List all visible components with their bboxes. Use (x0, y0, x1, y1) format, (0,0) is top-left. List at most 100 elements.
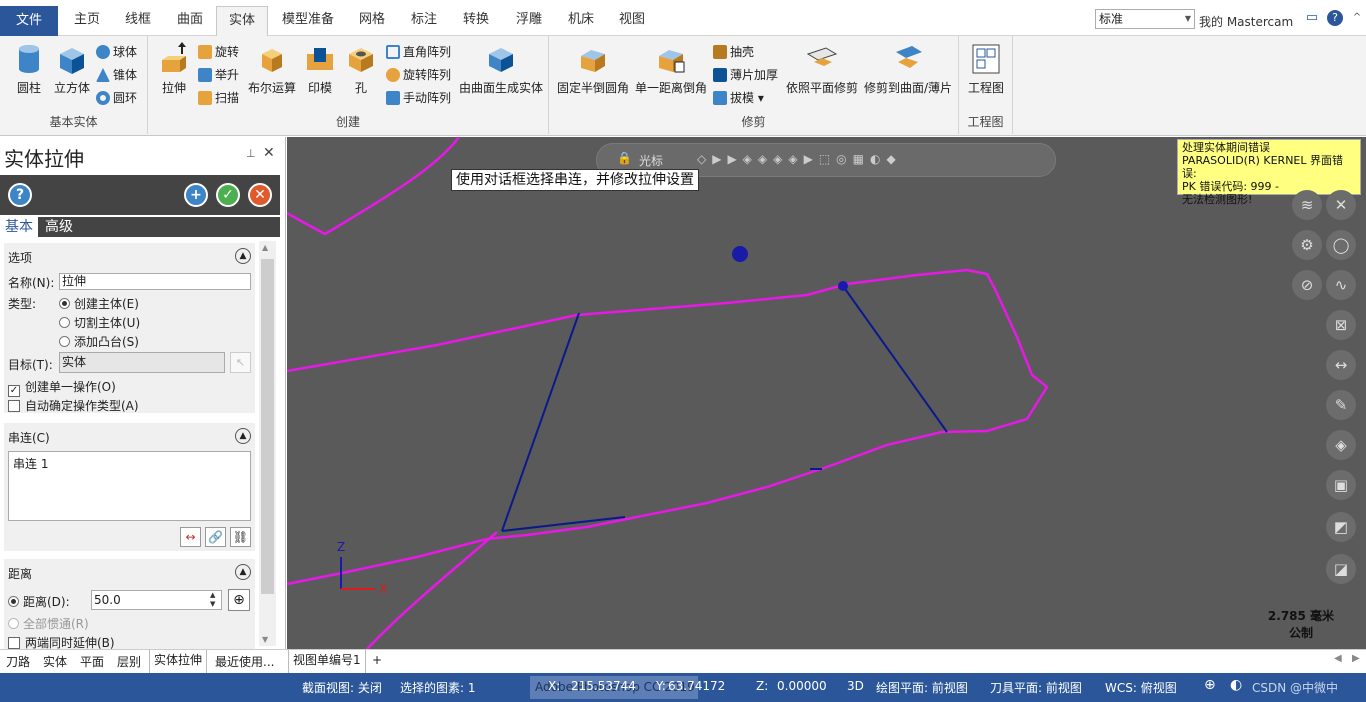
one-distance-chamfer-button[interactable]: 单一距离倒角 (633, 42, 709, 96)
chain-list[interactable]: 串连 1 (8, 451, 251, 521)
collapse-ribbon-icon[interactable]: ^ (1349, 10, 1365, 26)
hole-button[interactable]: 孔 (343, 42, 379, 96)
scroll-down-icon[interactable]: ▼ (262, 635, 268, 644)
tab-file[interactable]: 文件 (0, 6, 58, 36)
tab-scroll-left-icon[interactable]: ◀ (1334, 653, 1342, 664)
remove-chain-icon[interactable]: ⛓ (230, 527, 251, 547)
ok-icon[interactable]: ✓ (216, 183, 240, 207)
mode-3d[interactable]: 3D (847, 679, 864, 693)
measure-icon[interactable]: ✎ (1326, 390, 1356, 420)
tab-basic[interactable]: 基本 (0, 217, 38, 237)
dimension-icon[interactable]: ↔ (1326, 350, 1356, 380)
impression-button[interactable]: 印模 (302, 42, 338, 96)
manual-pattern-button[interactable]: 手动阵列 (386, 90, 451, 106)
cylinder-button[interactable]: 圆柱 (10, 42, 48, 96)
analyze-icon[interactable]: ⊠ (1326, 310, 1356, 340)
auto-type-checkbox[interactable]: 自动确定操作类型(A) (8, 397, 139, 414)
feedback-icon[interactable]: ▭ (1304, 10, 1320, 26)
cplane-status[interactable]: 绘图平面: 前视图 (876, 679, 968, 696)
scrollbar-thumb[interactable] (261, 259, 274, 594)
tab-transform[interactable]: 转换 (459, 8, 493, 36)
section-view-status[interactable]: 截面视图: 关闭 (302, 679, 382, 696)
name-input[interactable]: 拉伸 (59, 273, 251, 290)
stepper-icon[interactable]: ▲ ▼ (210, 591, 215, 609)
close-icon[interactable]: ✕ (263, 145, 275, 161)
tab-advanced[interactable]: 高级 (40, 217, 78, 237)
const-fillet-button[interactable]: 固定半倒圆角 (555, 42, 631, 96)
tab-recent[interactable]: 最近使用... (215, 653, 274, 670)
shade-icon[interactable]: ◩ (1326, 512, 1356, 542)
draft-button[interactable]: 拔模 ▾ (713, 90, 764, 106)
single-op-checkbox[interactable]: ✓ 创建单一操作(O) (8, 378, 116, 397)
rot-pattern-button[interactable]: 旋转阵列 (386, 67, 451, 83)
trim-to-surface-button[interactable]: 修剪到曲面/薄片 (861, 42, 955, 96)
boolean-button[interactable]: 布尔运算 (246, 42, 298, 96)
spline-icon[interactable]: ∿ (1326, 270, 1356, 300)
rect-pattern-button[interactable]: 直角阵列 (386, 44, 451, 60)
tab-view[interactable]: 视图 (615, 8, 649, 36)
tab-solids[interactable]: 实体 (216, 6, 268, 37)
cursor-lock-icon[interactable]: 🔒 (617, 151, 632, 165)
sphere-button[interactable]: 球体 (96, 44, 137, 60)
tab-relief[interactable]: 浮雕 (512, 8, 546, 36)
collapse-icon[interactable]: ▲ (235, 564, 251, 580)
tab-surfaces[interactable]: 曲面 (173, 8, 207, 36)
block-button[interactable]: 立方体 (50, 42, 94, 96)
center-point[interactable] (732, 246, 748, 262)
magenta-profile-curve[interactable] (287, 268, 1049, 586)
tab-machine[interactable]: 机床 (564, 8, 598, 36)
crosshair-icon[interactable]: ⊕ (228, 589, 250, 611)
cancel-icon[interactable]: ✕ (248, 183, 272, 207)
tab-mesh[interactable]: 网格 (356, 8, 388, 36)
cursor-mode[interactable]: 光标 (639, 152, 663, 169)
add-chain-icon[interactable]: 🔗 (205, 527, 226, 547)
tplane-status[interactable]: 刀具平面: 前视图 (990, 679, 1082, 696)
through-all-radio[interactable]: 全部惯通(R) (8, 615, 89, 632)
tab-model-prep[interactable]: 模型准备 (280, 8, 336, 36)
distance-input[interactable]: 50.0 (91, 590, 222, 610)
distance-radio[interactable]: 距离(D): (8, 593, 70, 610)
tab-wireframe[interactable]: 线框 (121, 8, 155, 36)
tab-levels[interactable]: 层别 (117, 653, 141, 670)
shell-button[interactable]: 抽壳 (713, 44, 754, 60)
box-icon[interactable]: ▣ (1326, 470, 1356, 500)
globe-icon[interactable]: ⊕ (1204, 677, 1216, 693)
graphics-viewport[interactable]: Z X (287, 137, 1366, 649)
wcs-status[interactable]: WCS: 俯视图 (1105, 679, 1177, 696)
torus-button[interactable]: 圆环 (96, 90, 137, 106)
tab-scroll-right-icon[interactable]: ▶ (1352, 653, 1360, 664)
pin-icon[interactable]: ⊥ (246, 147, 256, 160)
sweep-button[interactable]: 扫描 (198, 90, 239, 106)
chain-line-right[interactable] (842, 285, 948, 433)
shading-icon[interactable]: ◐ (1230, 677, 1242, 693)
chain-start-point[interactable] (838, 281, 848, 291)
type-create-radio[interactable]: 创建主体(E) (59, 295, 139, 312)
circle-icon[interactable]: ◯ (1326, 230, 1356, 260)
layout-button[interactable]: 工程图 (965, 42, 1007, 96)
thicken-button[interactable]: 薄片加厚 (713, 67, 778, 83)
wire-icon[interactable]: ◪ (1326, 554, 1356, 584)
selection-tools-icon[interactable]: ◇▶▶◈◈◈◈▶⬚◎▦◐◆ (697, 152, 902, 166)
solid-from-surfaces-button[interactable]: 由曲面生成实体 (456, 42, 546, 96)
tab-annotate[interactable]: 标注 (407, 8, 441, 36)
apply-and-add-icon[interactable]: + (184, 183, 208, 207)
workspace-combo[interactable]: 标准 ▼ (1095, 9, 1195, 29)
type-boss-radio[interactable]: 添加凸台(S) (59, 333, 139, 350)
settings-icon[interactable]: ⚙ (1292, 230, 1322, 260)
type-cut-radio[interactable]: 切割主体(U) (59, 314, 140, 331)
viewport-tab[interactable]: 视图单编号1 (288, 650, 366, 674)
lift-button[interactable]: 举升 (198, 67, 239, 83)
panel-scrollbar[interactable]: ▲ ▼ (259, 241, 276, 646)
magenta-curve-top[interactable] (287, 137, 461, 236)
help-icon[interactable]: ? (8, 183, 32, 207)
tab-home[interactable]: 主页 (70, 8, 104, 36)
levels-icon[interactable]: ≋ (1292, 190, 1322, 220)
scroll-up-icon[interactable]: ▲ (262, 243, 268, 252)
snap-icon[interactable]: ✕ (1326, 190, 1356, 220)
tab-extrude-active[interactable]: 实体拉伸 (149, 650, 208, 674)
tab-planes[interactable]: 平面 (80, 653, 104, 670)
add-viewport-tab[interactable]: + (372, 653, 382, 667)
chain-list-item[interactable]: 串连 1 (13, 455, 48, 472)
reverse-chain-icon[interactable]: ↔ (180, 527, 201, 547)
solid-icon[interactable]: ◈ (1326, 430, 1356, 460)
